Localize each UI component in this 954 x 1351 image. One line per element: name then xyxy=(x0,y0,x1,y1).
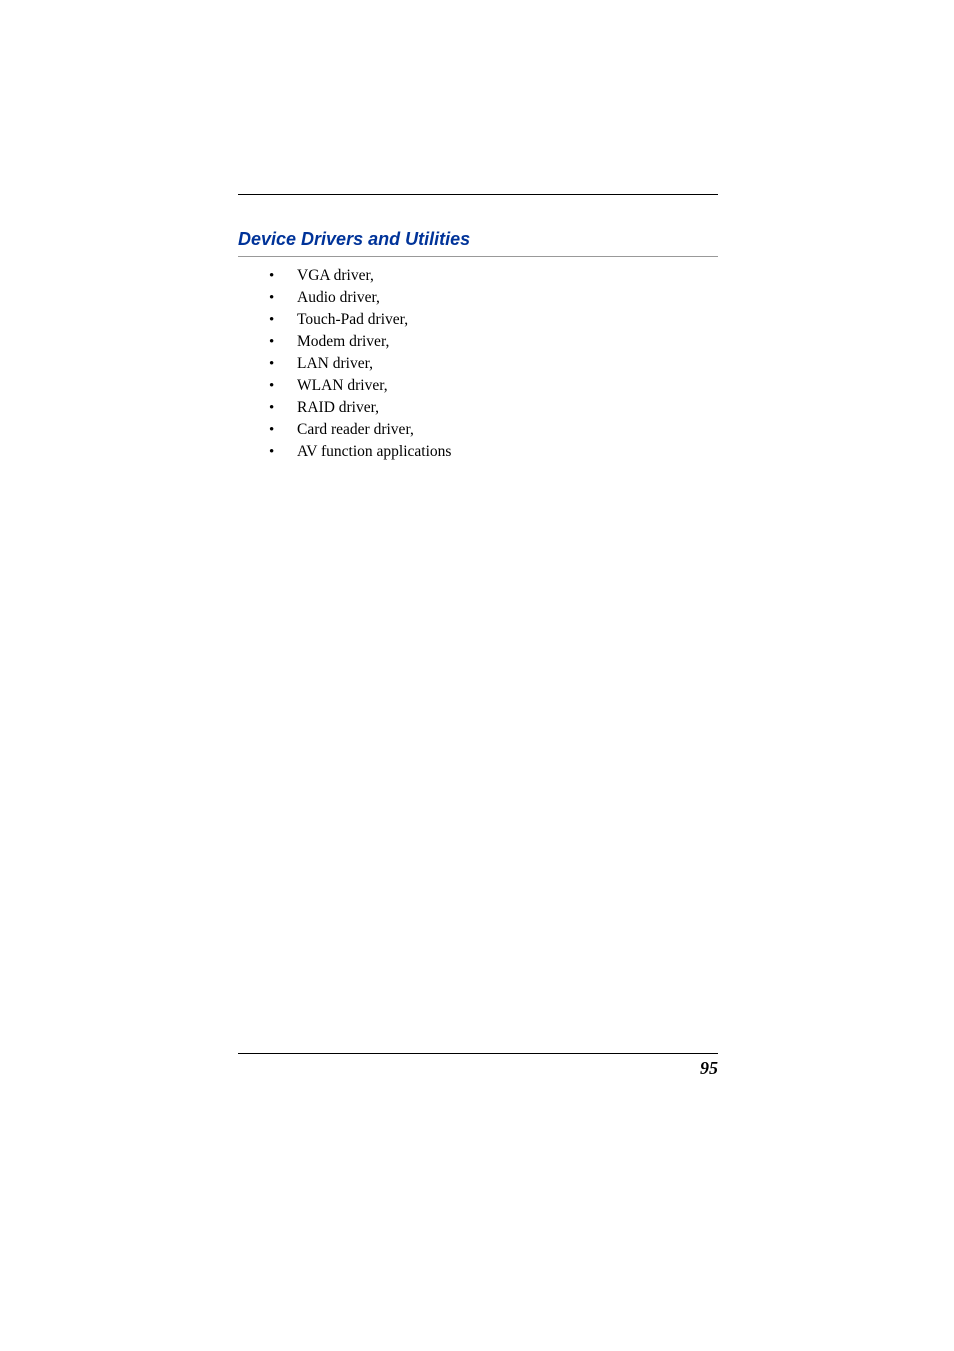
bottom-horizontal-rule xyxy=(238,1053,718,1054)
list-item: RAID driver, xyxy=(238,397,718,419)
list-item: AV function applications xyxy=(238,441,718,463)
list-item: Touch-Pad driver, xyxy=(238,309,718,331)
list-item: Modem driver, xyxy=(238,331,718,353)
top-horizontal-rule xyxy=(238,194,718,195)
driver-list: VGA driver, Audio driver, Touch-Pad driv… xyxy=(238,265,718,463)
section-heading: Device Drivers and Utilities xyxy=(238,229,718,257)
page-number: 95 xyxy=(700,1058,718,1079)
list-item: Card reader driver, xyxy=(238,419,718,441)
list-item: Audio driver, xyxy=(238,287,718,309)
list-item: VGA driver, xyxy=(238,265,718,287)
content-area: Device Drivers and Utilities VGA driver,… xyxy=(238,229,718,463)
document-page: Device Drivers and Utilities VGA driver,… xyxy=(0,0,954,1351)
list-item: LAN driver, xyxy=(238,353,718,375)
list-item: WLAN driver, xyxy=(238,375,718,397)
